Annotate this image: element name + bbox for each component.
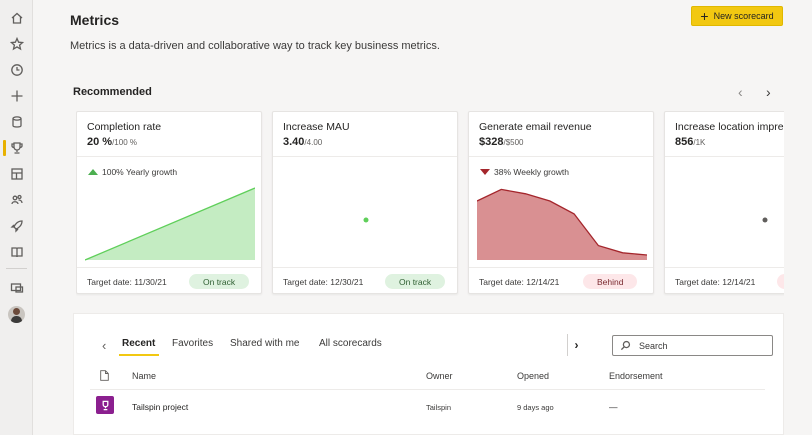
status-badge [777, 274, 784, 289]
scorecard-name[interactable]: Tailspin project [132, 402, 188, 412]
avatar-body [11, 316, 22, 323]
tabs-forward-arrow-icon[interactable]: › [567, 334, 585, 356]
dashboard-icon[interactable] [0, 162, 33, 186]
tab-shared-with-me[interactable]: Shared with me [230, 338, 299, 349]
avatar-head [13, 308, 20, 315]
target-date: Target date: 11/30/21 [87, 277, 167, 287]
column-header-name[interactable]: Name [132, 371, 156, 381]
target-date: Target date: 12/14/21 [479, 277, 560, 287]
sparkline-chart [477, 188, 647, 260]
recommended-title: Recommended [73, 86, 152, 98]
metric-current: 20 % [87, 136, 113, 148]
target-date: Target date: 12/30/21 [283, 277, 364, 287]
star-icon[interactable] [0, 32, 33, 56]
metric-target: /4.00 [304, 138, 323, 147]
card-divider [77, 156, 261, 157]
search-box[interactable] [612, 335, 773, 356]
metric-target: /100 % [112, 138, 137, 147]
page-description: Metrics is a data-driven and collaborati… [70, 40, 440, 52]
metric-value: 856/1K [675, 136, 705, 148]
metric-target: /$500 [503, 138, 524, 147]
metric-card[interactable]: Increase MAU 3.40/4.00 Target date: 12/3… [272, 111, 458, 294]
tab-favorites[interactable]: Favorites [172, 338, 213, 349]
sparkline-point [363, 217, 369, 223]
tabs-back-arrow-icon[interactable]: ‹ [102, 338, 106, 353]
active-tab-underline [119, 354, 159, 356]
people-icon[interactable] [0, 188, 33, 212]
card-footer-divider [665, 267, 784, 268]
metric-current: 3.40 [283, 136, 305, 148]
next-arrow-icon[interactable]: › [766, 84, 771, 100]
plus-icon: + [700, 8, 709, 24]
growth-indicator: 100% Yearly growth [88, 167, 177, 177]
card-divider [469, 156, 653, 157]
card-divider [273, 156, 457, 157]
trend-down-icon [480, 169, 490, 175]
sparkline-point [762, 217, 768, 223]
new-scorecard-button[interactable]: + New scorecard [691, 6, 783, 26]
status-badge: On track [189, 274, 250, 289]
metric-name: Increase MAU [283, 121, 350, 133]
growth-text: 38% Weekly growth [494, 167, 569, 177]
search-icon [620, 340, 631, 351]
clock-icon[interactable] [0, 58, 33, 82]
metric-name: Increase location impre [675, 121, 784, 133]
nav-rail [0, 0, 33, 435]
metric-name: Completion rate [87, 121, 162, 133]
sparkline-chart [85, 187, 255, 261]
scorecard-icon [96, 396, 114, 414]
column-header-owner[interactable]: Owner [426, 371, 453, 381]
card-footer-divider [273, 267, 457, 268]
column-header-opened[interactable]: Opened [517, 371, 549, 381]
growth-text: 100% Yearly growth [102, 167, 178, 177]
new-scorecard-label: New scorecard [713, 11, 774, 21]
home-icon[interactable] [0, 6, 33, 30]
table-row[interactable]: Tailspin project Tailspin 9 days ago — [74, 394, 783, 418]
sparkline-chart [363, 217, 369, 223]
trophy-icon[interactable] [0, 136, 33, 160]
metric-card[interactable]: Increase location impre 856/1K Target da… [664, 111, 784, 294]
card-footer-divider [77, 267, 261, 268]
tab-recent[interactable]: Recent [122, 338, 155, 349]
previous-arrow-icon[interactable]: ‹ [738, 84, 743, 100]
metric-value: 3.40/4.00 [283, 136, 322, 148]
metric-card[interactable]: Completion rate 20 %/100 % 100% Yearly g… [76, 111, 262, 294]
rocket-icon[interactable] [0, 214, 33, 238]
sparkline-area [477, 189, 647, 260]
recommended-carousel: Completion rate 20 %/100 % 100% Yearly g… [76, 111, 784, 296]
rail-divider [6, 268, 27, 269]
metric-current: 856 [675, 136, 694, 148]
tab-all-scorecards[interactable]: All scorecards [319, 338, 382, 349]
target-date: Target date: 12/14/21 [675, 277, 756, 287]
page-title: Metrics [70, 12, 120, 28]
scorecard-owner: Tailspin [426, 403, 452, 412]
database-icon[interactable] [0, 110, 33, 134]
metric-target: /1K [693, 138, 706, 147]
document-icon [100, 370, 109, 381]
book-icon[interactable] [0, 240, 33, 264]
status-badge: Behind [583, 274, 638, 289]
column-header-endorsement[interactable]: Endorsement [609, 371, 663, 381]
card-divider [665, 156, 784, 157]
metric-current: $328 [479, 136, 504, 148]
metric-value: $328/$500 [479, 136, 524, 148]
metric-value: 20 %/100 % [87, 136, 137, 148]
scorecards-panel: ‹ Recent Favorites Shared with me All sc… [73, 313, 784, 435]
plus-icon[interactable] [0, 84, 33, 108]
metric-name: Generate email revenue [479, 121, 592, 133]
scorecard-endorsement: — [609, 402, 618, 412]
search-input[interactable] [639, 340, 759, 351]
status-badge: On track [385, 274, 446, 289]
avatar[interactable] [8, 306, 25, 323]
sparkline-chart [762, 217, 768, 223]
trend-up-icon [88, 169, 98, 175]
scorecard-opened: 9 days ago [517, 403, 554, 412]
metric-card[interactable]: Generate email revenue $328/$500 38% Wee… [468, 111, 654, 294]
card-footer-divider [469, 267, 653, 268]
growth-indicator: 38% Weekly growth [480, 167, 569, 177]
monitor-icon[interactable] [0, 276, 33, 300]
header-divider [90, 389, 765, 390]
